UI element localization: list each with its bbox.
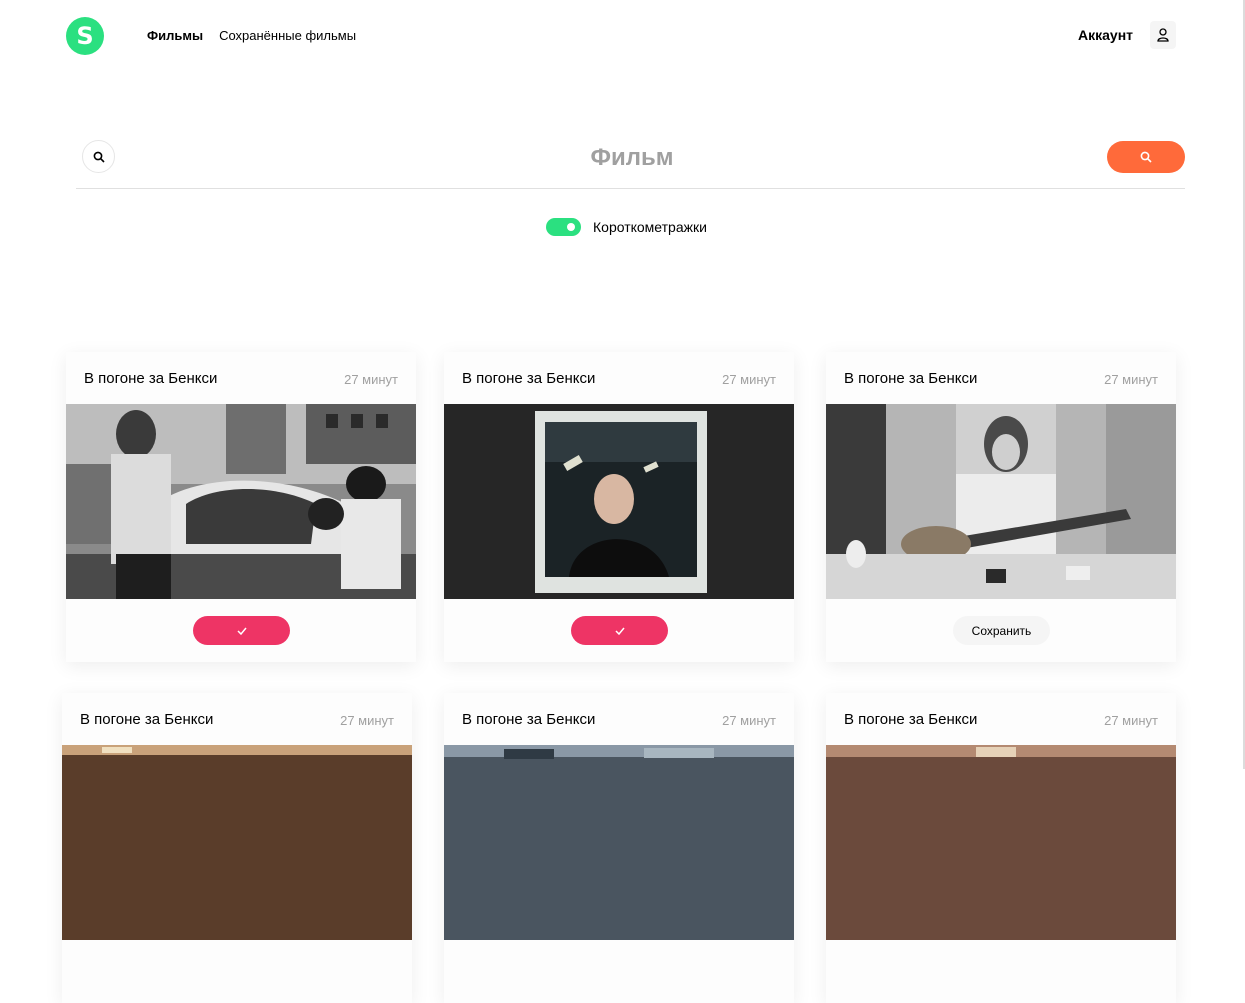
save-button[interactable]: Сохранить	[953, 616, 1050, 645]
movie-card: В погоне за Бенкси 27 минут	[62, 693, 412, 1003]
movie-poster[interactable]	[444, 745, 794, 940]
search-icon	[1140, 151, 1152, 163]
nav-movies[interactable]: Фильмы	[147, 28, 203, 43]
movie-card: В погоне за Бенкси 27 минут	[444, 352, 794, 662]
short-films-label: Короткометражки	[593, 219, 707, 235]
movie-duration: 27 минут	[722, 372, 776, 387]
movie-title: В погоне за Бенкси	[84, 370, 218, 387]
search-icon	[82, 140, 115, 173]
movie-duration: 27 минут	[1104, 372, 1158, 387]
search-input[interactable]	[300, 138, 964, 178]
short-films-toggle[interactable]	[546, 218, 581, 236]
check-icon	[614, 627, 625, 635]
saved-button[interactable]	[571, 616, 668, 645]
movie-card: В погоне за Бенкси 27 минут	[66, 352, 416, 662]
movie-title: В погоне за Бенкси	[462, 711, 596, 728]
account-button[interactable]	[1150, 21, 1176, 49]
movie-card: В погоне за Бенкси 27 минут	[826, 693, 1176, 1003]
movie-duration: 27 минут	[344, 372, 398, 387]
movie-title: В погоне за Бенкси	[844, 711, 978, 728]
movie-title: В погоне за Бенкси	[462, 370, 596, 387]
movie-poster[interactable]	[826, 404, 1176, 599]
movie-poster[interactable]	[826, 745, 1176, 940]
movie-poster[interactable]	[62, 745, 412, 940]
user-icon	[1157, 28, 1169, 42]
account-link[interactable]: Аккаунт	[1078, 27, 1133, 43]
toggle-knob	[567, 223, 575, 231]
movie-card: В погоне за Бенкси 27 минут Сохранить	[826, 352, 1176, 662]
movie-duration: 27 минут	[722, 713, 776, 728]
movie-card: В погоне за Бенкси 27 минут	[444, 693, 794, 1003]
check-icon	[236, 627, 247, 635]
movie-title: В погоне за Бенкси	[80, 711, 214, 728]
main-nav: Фильмы Сохранённые фильмы	[147, 28, 356, 43]
nav-saved-movies[interactable]: Сохранённые фильмы	[219, 28, 356, 43]
movie-poster[interactable]	[66, 404, 416, 599]
logo-letter: S	[76, 22, 94, 50]
movie-poster[interactable]	[444, 404, 794, 599]
logo[interactable]: S	[66, 17, 104, 55]
saved-button[interactable]	[193, 616, 290, 645]
search-divider	[76, 188, 1185, 189]
movie-duration: 27 минут	[340, 713, 394, 728]
search-button[interactable]	[1107, 141, 1185, 173]
movie-title: В погоне за Бенкси	[844, 370, 978, 387]
movie-duration: 27 минут	[1104, 713, 1158, 728]
